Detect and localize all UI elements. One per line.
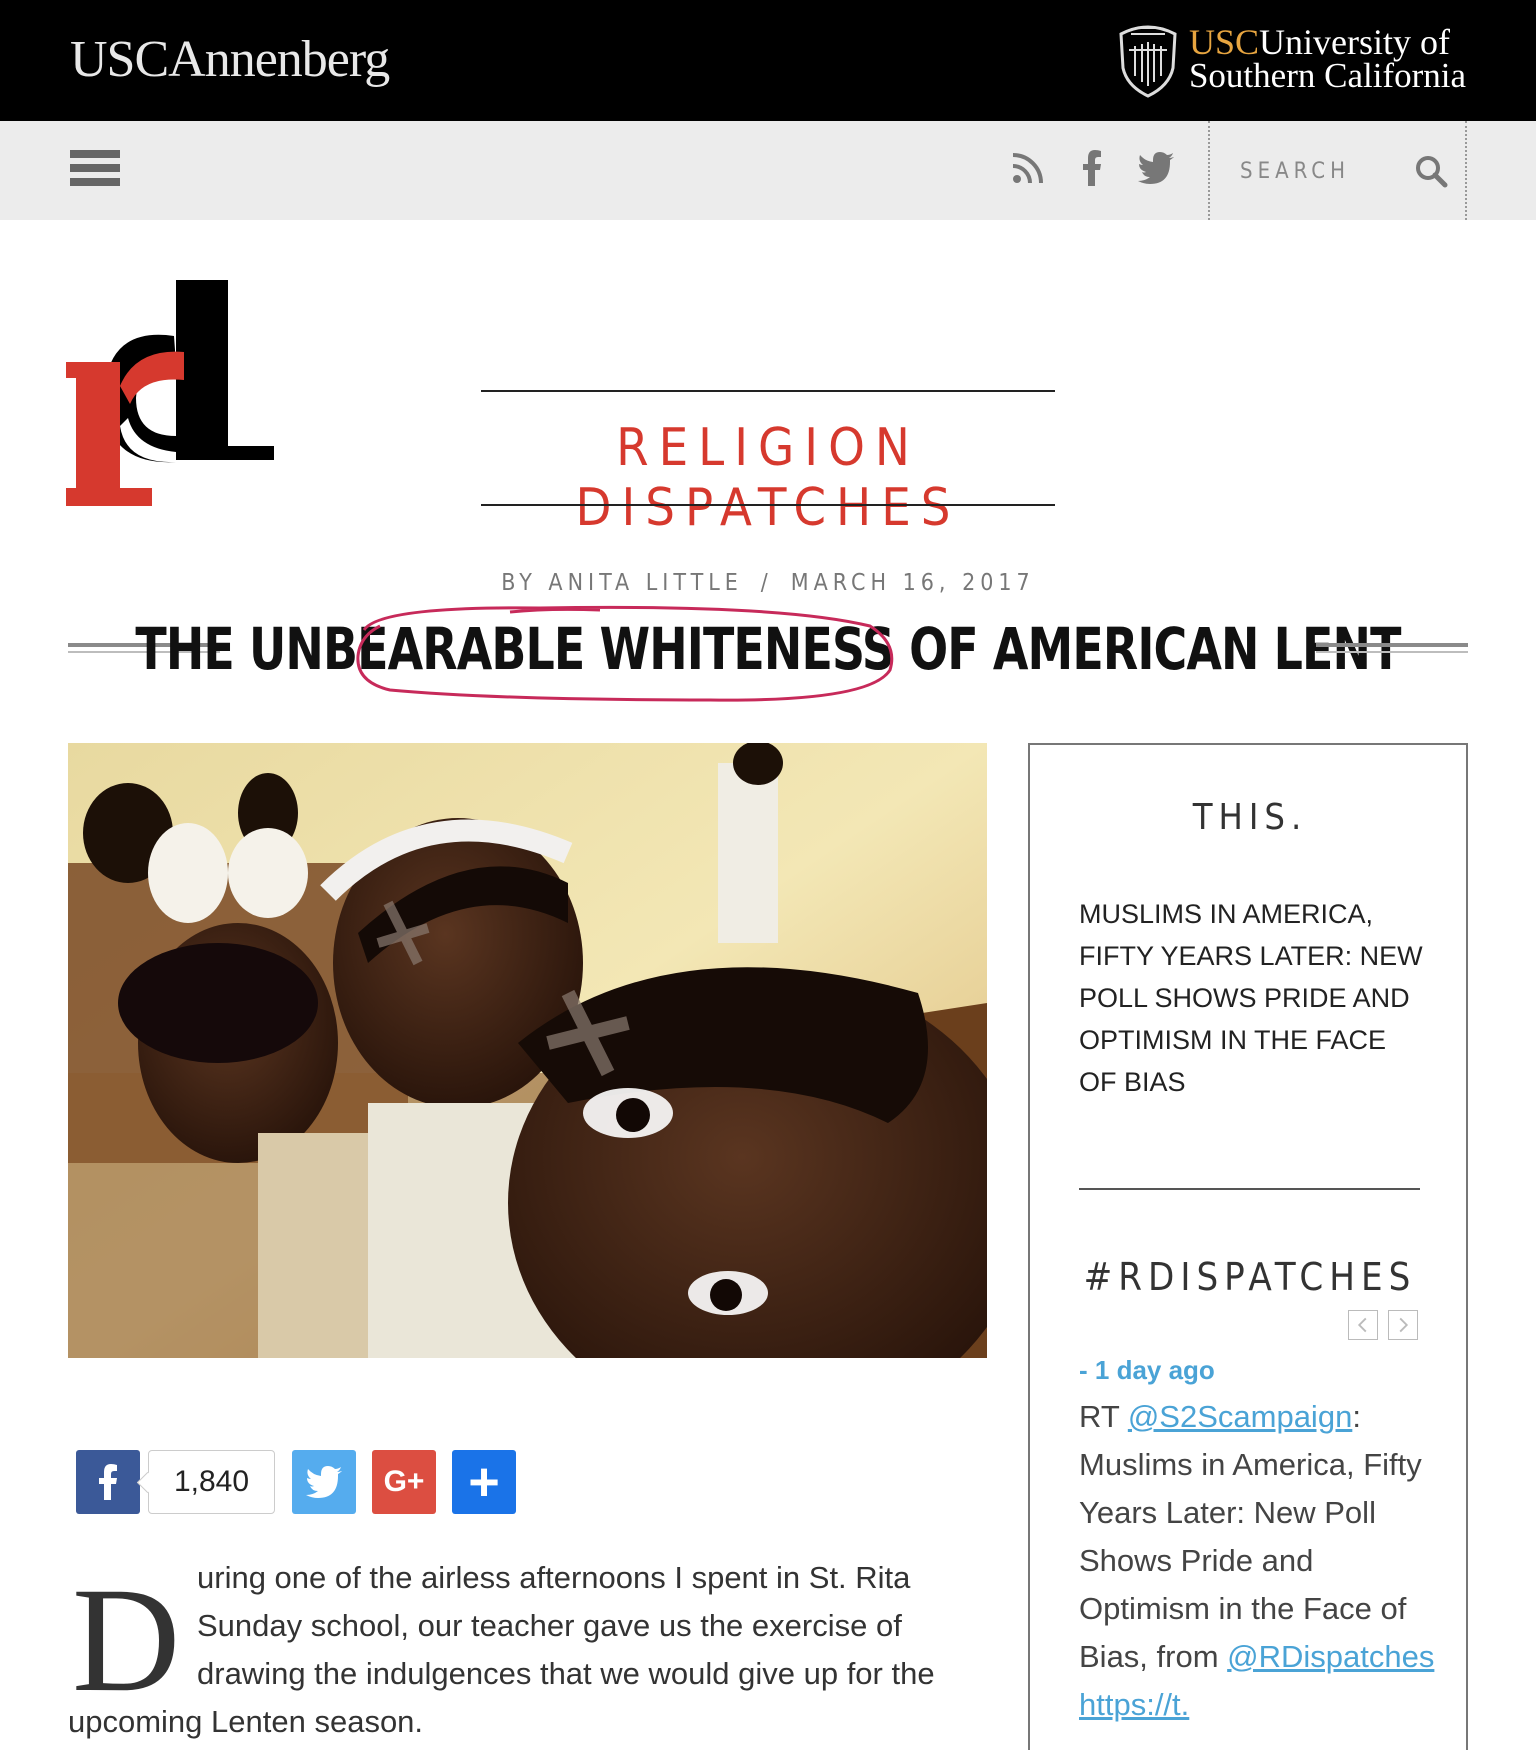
rss-icon[interactable] xyxy=(1008,148,1048,188)
sidebar-heading-this: THIS. xyxy=(1192,797,1308,838)
byline-author[interactable]: BY ANITA LITTLE xyxy=(501,570,743,596)
twitter-share-button[interactable] xyxy=(292,1450,356,1514)
tweet-handle-link[interactable]: @RDispatches xyxy=(1227,1639,1434,1674)
rd-logo[interactable] xyxy=(66,276,278,506)
byline-date: MARCH 16, 2017 xyxy=(790,570,1035,596)
sidebar-heading-hashtag: #RDISPATCHES xyxy=(1083,1255,1417,1299)
southern-california-text: Southern California xyxy=(1188,56,1466,95)
drop-cap: D xyxy=(72,1557,181,1723)
tweet-text: RT @S2Scampaign: Muslims in America, Fif… xyxy=(1079,1393,1439,1729)
tweet-mention-link[interactable]: @S2Scampaign xyxy=(1128,1399,1352,1434)
title-rule-right xyxy=(1316,643,1468,655)
tweet-timestamp[interactable]: - 1 day ago xyxy=(1079,1355,1215,1386)
body-line-2: Sunday school, our teacher gave us the e… xyxy=(197,1608,902,1643)
google-plus-share-button[interactable]: G+ xyxy=(372,1450,436,1514)
site-title[interactable]: RELIGION DISPATCHES xyxy=(481,418,1055,538)
body-line-3: drawing the indulgences that we would gi… xyxy=(197,1656,935,1691)
facebook-icon xyxy=(99,1464,117,1500)
usc-annenberg-logo[interactable]: USCAnnenberg xyxy=(70,30,390,89)
tweet-colon: : xyxy=(1352,1399,1361,1434)
twitter-icon[interactable] xyxy=(1136,148,1176,188)
body-line-1: uring one of the airless afternoons I sp… xyxy=(197,1560,911,1595)
search-icon[interactable] xyxy=(1414,154,1448,188)
hand-drawn-circle-annotation xyxy=(356,605,894,702)
body-line-4: upcoming Lenten season. xyxy=(68,1704,424,1739)
article-hero-image xyxy=(68,743,987,1358)
twitter-icon xyxy=(306,1466,342,1498)
featured-story-link[interactable]: Muslims in America, Fifty Years Later: N… xyxy=(1079,893,1429,1103)
add-share-button[interactable]: + xyxy=(452,1450,516,1514)
masthead-top-rule xyxy=(481,390,1055,392)
top-bar: USCAnnenberg USCUniversity of Southern C… xyxy=(0,0,1536,121)
tweet-next-button[interactable] xyxy=(1388,1310,1418,1340)
byline: BY ANITA LITTLE / MARCH 16, 2017 xyxy=(0,570,1536,596)
usc-university-logo[interactable]: USCUniversity of Southern California xyxy=(1117,20,1466,98)
tweet-rt-label: RT xyxy=(1079,1399,1128,1434)
tweet-prev-button[interactable] xyxy=(1348,1310,1378,1340)
search-input[interactable] xyxy=(1240,159,1400,184)
sidebar-divider xyxy=(1079,1188,1420,1190)
tweet-url-link[interactable]: https://t. xyxy=(1079,1687,1189,1722)
sidebar: THIS. Muslims in America, Fifty Years La… xyxy=(1028,743,1468,1750)
byline-separator: / xyxy=(760,570,773,596)
masthead-bottom-rule xyxy=(481,504,1055,506)
hero-photo xyxy=(68,743,987,1358)
facebook-icon[interactable] xyxy=(1072,148,1112,188)
facebook-share-button[interactable] xyxy=(76,1450,140,1514)
hamburger-menu-icon[interactable] xyxy=(70,150,122,192)
usc-seal-icon xyxy=(1119,25,1177,98)
search-box xyxy=(1208,121,1467,220)
facebook-share-count: 1,840 xyxy=(148,1450,275,1514)
